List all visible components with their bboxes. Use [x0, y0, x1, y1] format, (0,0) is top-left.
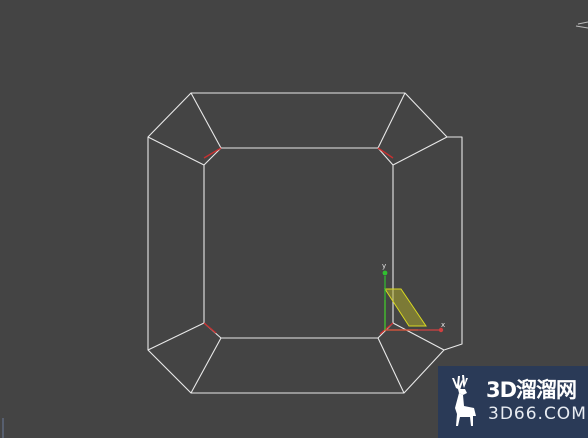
gizmo-xy-plane-icon[interactable]	[384, 288, 427, 327]
bevel-edge-bottom-left	[190, 337, 222, 394]
inner-square-edge	[203, 147, 394, 339]
seam-mark	[379, 322, 394, 335]
seam-mark	[203, 322, 217, 334]
gizmo-y-label: y	[382, 262, 386, 270]
bevel-edge-left-bottom	[147, 322, 205, 351]
perspective-viewport[interactable]: y x 3D溜溜网 3D66.COM	[0, 0, 588, 438]
transform-gizmo[interactable]: y x	[382, 262, 445, 333]
watermark-logo: 3D溜溜网 3D66.COM	[438, 366, 588, 438]
bevel-edge-top-right	[377, 92, 406, 149]
bevel-edge-bottom-right	[377, 337, 405, 394]
bevel-edge-left-top	[147, 136, 205, 166]
gizmo-y-handle-icon[interactable]	[382, 270, 388, 276]
watermark-url: 3D66.COM	[488, 404, 587, 424]
watermark-title: 3D溜溜网	[486, 378, 577, 402]
bevel-edge-right-bottom	[392, 322, 445, 351]
selected-seam-marks	[203, 147, 394, 335]
bevel-edge-top-left	[190, 92, 222, 149]
bevel-edge-right-top	[392, 136, 448, 166]
outer-octagon-edge	[147, 92, 463, 394]
gizmo-x-label: x	[441, 321, 445, 329]
viewcube-edge-mark[interactable]	[575, 21, 588, 29]
wireframe-frame-object[interactable]	[147, 92, 463, 394]
deer-logo-icon	[452, 375, 476, 426]
